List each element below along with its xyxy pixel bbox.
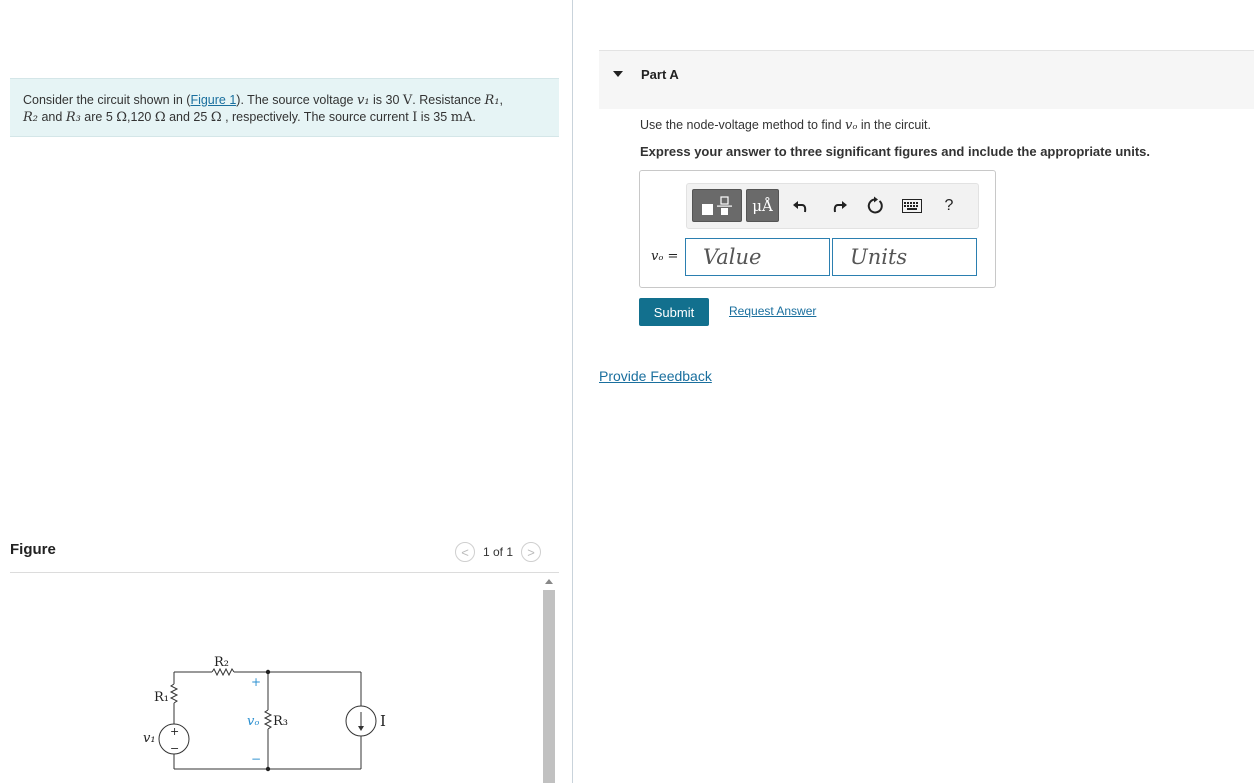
math-r1: R₁ [484,93,500,108]
instruction-text: Use the node-voltage method to find vₒ i… [640,118,931,133]
problem-text: are 5 [80,110,117,124]
problem-text: . Resistance [412,93,485,107]
unit-ohm: Ω [154,110,166,125]
math-v1: v₁ [356,93,370,108]
math-r2: R₂ [23,110,38,125]
source-plus: + [170,725,179,738]
problem-text: Consider the circuit shown in ( [23,93,191,107]
instruction-part: Use the node-voltage method to find [640,118,845,132]
label-r1: R₁ [154,690,169,705]
source-minus: − [170,742,179,755]
circuit-diagram: R₂ R₁ R₃ v₁ vₒ I + − + − [143,655,386,772]
label-i: I [380,712,386,730]
problem-text: and [38,110,66,124]
instruction-part: in the circuit. [857,118,931,132]
figure-link[interactable]: Figure 1 [190,93,236,107]
unit-milliamp: mA [450,110,473,125]
label-vo-plus: + [251,675,261,689]
request-answer-link[interactable]: Request Answer [729,304,816,318]
next-figure-button[interactable]: > [521,542,542,562]
keyboard-icon[interactable] [901,195,923,217]
figure-title: Figure [10,541,56,558]
unit-ohm: Ω [116,110,128,125]
label-vo: vₒ [247,714,259,729]
math-vo: vₒ [845,118,858,133]
pane-divider [572,0,573,783]
value-input[interactable]: Value [685,238,830,276]
figure-pager: < 1 of 1 > [455,541,542,563]
problem-text: , respectively. The source current [221,110,413,124]
problem-text: ). The source voltage [236,93,357,107]
label-r3: R₃ [273,714,288,729]
label-r2: R₂ [214,655,229,670]
undo-icon[interactable] [789,195,811,217]
help-icon[interactable]: ? [938,195,960,217]
unit-ohm: Ω [210,110,222,125]
scroll-thumb[interactable] [543,590,555,783]
reset-icon[interactable] [864,195,886,217]
problem-text: is 35 [417,110,451,124]
left-pane: Consider the circuit shown in (Figure 1)… [0,0,572,783]
problem-text: ,120 [127,110,155,124]
collapse-caret-icon[interactable] [613,71,623,77]
prev-figure-button[interactable]: < [455,542,475,562]
redo-icon[interactable] [829,195,851,217]
figure-scrollbar[interactable] [542,574,556,783]
answer-box: μÅ ? vₒ = Value Units [639,170,996,288]
figure-divider [10,572,559,573]
scroll-up-arrow-icon[interactable] [542,574,556,588]
label-v1: v₁ [143,731,156,746]
problem-text: is 30 [369,93,403,107]
problem-text: and 25 [165,110,211,124]
express-instruction: Express your answer to three significant… [640,144,1150,159]
problem-statement: Consider the circuit shown in (Figure 1)… [10,78,559,137]
pager-count: 1 of 1 [483,545,514,559]
problem-text: , [499,93,504,107]
math-r3: R₃ [65,110,81,125]
label-vo-minus: − [251,752,261,766]
math-toolbar: μÅ ? [686,183,979,229]
unit-volt: V [402,93,413,108]
answer-variable-label: vₒ = [651,249,679,264]
part-title: Part A [641,67,679,82]
part-a-header[interactable]: Part A [599,50,1254,109]
problem-text: . [472,110,476,124]
units-button[interactable]: μÅ [746,189,779,222]
templates-button[interactable] [692,189,742,222]
submit-button[interactable]: Submit [639,298,709,326]
provide-feedback-link[interactable]: Provide Feedback [599,368,712,384]
fraction-template-icon [702,195,732,215]
units-input[interactable]: Units [832,238,977,276]
